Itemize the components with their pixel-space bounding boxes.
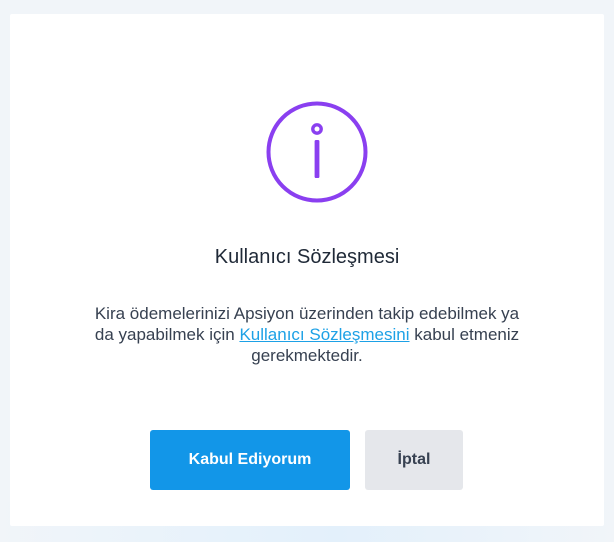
- user-agreement-dialog: Kullanıcı Sözleşmesi Kira ödemelerinizi …: [10, 14, 604, 526]
- user-agreement-link[interactable]: Kullanıcı Sözleşmesini: [239, 325, 409, 344]
- dialog-message: Kira ödemelerinizi Apsiyon üzerinden tak…: [90, 303, 524, 366]
- dialog-title: Kullanıcı Sözleşmesi: [214, 246, 400, 268]
- accept-button[interactable]: Kabul Ediyorum: [150, 430, 350, 490]
- cancel-button[interactable]: İptal: [365, 430, 463, 490]
- info-circle-icon: [265, 100, 369, 204]
